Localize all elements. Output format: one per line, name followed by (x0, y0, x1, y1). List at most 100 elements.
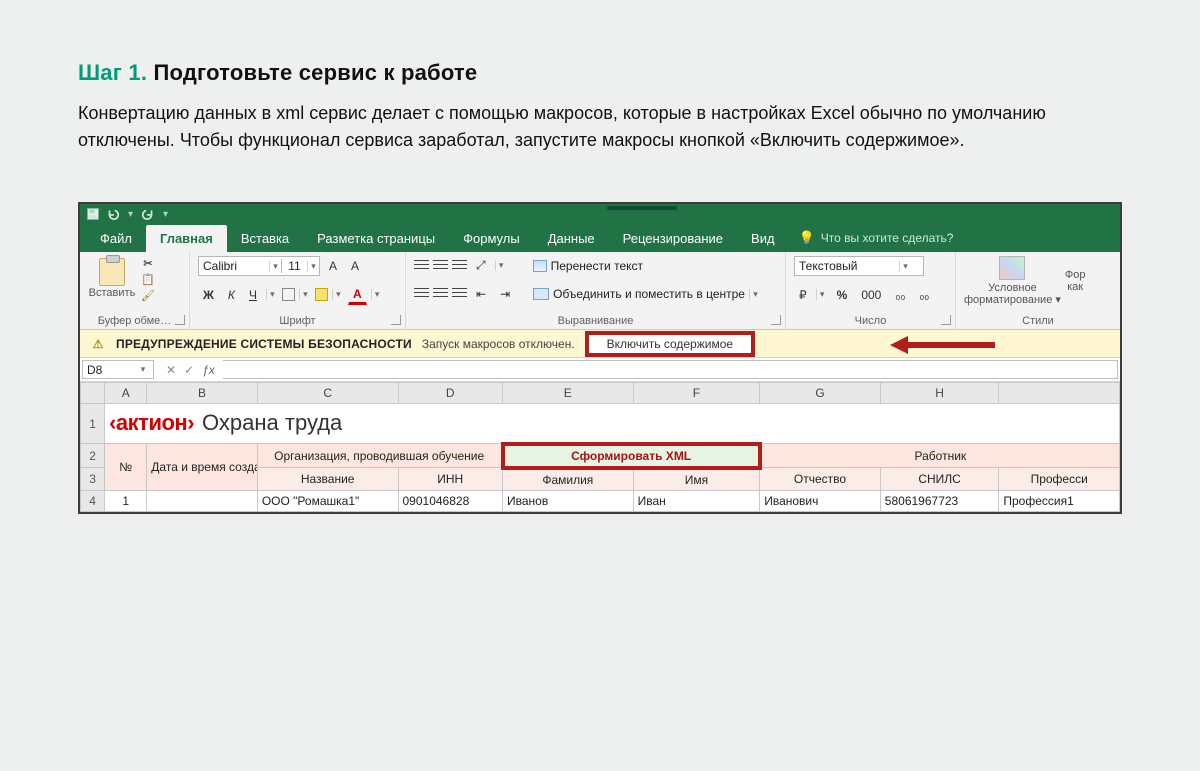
number-format-combo[interactable]: Текстовый ▾ (794, 256, 924, 276)
step-heading: Шаг 1. Подготовьте сервис к работе (78, 60, 1122, 86)
decrease-indent-icon[interactable]: ⇤ (471, 285, 491, 303)
decrease-decimal-icon[interactable]: ₀₀ (914, 286, 934, 304)
name-box[interactable]: D8 ▾ (82, 360, 154, 379)
format-as-table-button[interactable]: Форкак (1065, 269, 1086, 293)
qat-caret[interactable]: ▾ (163, 209, 168, 220)
tell-me-box[interactable]: 💡 Что вы хотите сделать? (789, 224, 964, 252)
increase-font-icon[interactable]: A (324, 257, 342, 275)
fx-icon[interactable]: ƒx (202, 363, 215, 377)
excel-screenshot: ▾ ▾ Файл Главная Вставка Разметка страни… (78, 202, 1122, 514)
col-C[interactable]: C (257, 383, 398, 404)
tab-data[interactable]: Данные (534, 225, 609, 252)
redo-icon[interactable] (141, 207, 155, 221)
formula-input[interactable] (223, 360, 1118, 379)
hdr-worker: Работник (760, 444, 1120, 468)
step-body: Конвертацию данных в xml сервис делает с… (78, 100, 1122, 154)
increase-decimal-icon[interactable]: ₀₀ (890, 286, 910, 304)
col-overflow[interactable] (999, 383, 1120, 404)
cell-snils[interactable]: 58061967723 (880, 490, 999, 511)
col-D[interactable]: D (398, 383, 503, 404)
cell-firstname[interactable]: Иван (633, 490, 760, 511)
cell-inn[interactable]: 0901046828 (398, 490, 503, 511)
col-G[interactable]: G (760, 383, 881, 404)
wrap-text-label[interactable]: Перенести текст (551, 259, 643, 273)
horizontal-align-icons[interactable] (414, 288, 467, 300)
number-format-dd-icon: ▾ (899, 261, 911, 272)
bold-button[interactable]: Ж (198, 286, 219, 304)
cell-datetime[interactable] (147, 490, 258, 511)
col-F[interactable]: F (633, 383, 760, 404)
number-dialog-launcher[interactable] (941, 315, 951, 325)
cell-surname[interactable]: Иванов (503, 490, 634, 511)
merge-center-label[interactable]: Объединить и поместить в центре (553, 287, 745, 301)
cell-patronymic[interactable]: Иванович (760, 490, 881, 511)
rowhead-3[interactable]: 3 (81, 468, 105, 491)
cancel-formula-icon[interactable]: ✕ (166, 363, 176, 377)
row-4[interactable]: 4 1 ООО "Ромашка1" 0901046828 Иванов Ива… (81, 490, 1120, 511)
hdr-profession: Професси (999, 468, 1120, 491)
clipboard-dialog-launcher[interactable] (175, 315, 185, 325)
hdr-org: Организация, проводившая обучение (257, 444, 502, 468)
font-color-icon[interactable]: A (348, 285, 367, 305)
currency-dd[interactable]: ▾ (816, 289, 828, 300)
save-icon[interactable] (86, 207, 100, 221)
cell-profession[interactable]: Профессия1 (999, 490, 1120, 511)
confirm-formula-icon[interactable]: ✓ (184, 363, 194, 377)
tab-home[interactable]: Главная (146, 225, 227, 252)
font-name-combo[interactable]: Calibri ▾ 11 ▾ (198, 256, 320, 276)
hdr-firstname: Имя (633, 468, 760, 491)
paste-button[interactable]: Вставить (88, 258, 136, 299)
underline-button[interactable]: Ч (244, 286, 262, 304)
rowhead-2[interactable]: 2 (81, 444, 105, 468)
tab-review[interactable]: Рецензирование (609, 225, 737, 252)
increase-indent-icon[interactable]: ⇥ (495, 285, 515, 303)
merge-dd[interactable]: ▾ (749, 289, 761, 300)
fill-color-icon[interactable] (315, 288, 328, 301)
generate-xml-button[interactable]: Сформировать XML (503, 444, 760, 468)
cell-no[interactable]: 1 (105, 490, 147, 511)
col-H[interactable]: H (880, 383, 999, 404)
rowhead-4[interactable]: 4 (81, 490, 105, 511)
orientation-icon[interactable]: ⤢ (471, 256, 491, 275)
format-painter-icon[interactable]: 🖌 (140, 288, 156, 302)
cut-icon[interactable]: ✂ (140, 256, 156, 270)
quick-access-toolbar: ▾ ▾ (86, 207, 170, 221)
security-warning-bar: ⚠ ПРЕДУПРЕЖДЕНИЕ СИСТЕМЫ БЕЗОПАСНОСТИ За… (80, 330, 1120, 358)
conditional-formatting-button[interactable]: Условноеформатирование ▾ (964, 256, 1061, 306)
fontcolor-dd[interactable]: ▾ (371, 289, 383, 300)
col-A[interactable]: A (105, 383, 147, 404)
rowhead-1[interactable]: 1 (81, 404, 105, 444)
currency-icon[interactable]: ₽ (794, 286, 812, 304)
row-2[interactable]: 2 № Дата и время создания xml Организаци… (81, 444, 1120, 468)
orientation-dd[interactable]: ▾ (495, 260, 507, 271)
enable-content-button[interactable]: Включить содержимое (585, 331, 755, 357)
decrease-font-icon[interactable]: A (346, 257, 364, 275)
condfmt-l1: Условное (988, 282, 1037, 294)
tab-file[interactable]: Файл (86, 225, 146, 252)
font-dialog-launcher[interactable] (391, 315, 401, 325)
underline-dropdown-icon[interactable]: ▾ (266, 289, 278, 300)
borders-dd[interactable]: ▾ (299, 289, 311, 300)
undo-icon[interactable] (106, 207, 120, 221)
tab-formulas[interactable]: Формулы (449, 225, 534, 252)
borders-icon[interactable] (282, 288, 295, 301)
cell-org[interactable]: ООО "Ромашка1" (257, 490, 398, 511)
column-headers[interactable]: A B C D E F G H (81, 383, 1120, 404)
vertical-align-icons[interactable] (414, 260, 467, 272)
percent-icon[interactable]: % (832, 286, 853, 304)
tab-pagelayout[interactable]: Разметка страницы (303, 225, 449, 252)
alignment-dialog-launcher[interactable] (771, 315, 781, 325)
select-all-corner[interactable] (81, 383, 105, 404)
worksheet[interactable]: A B C D E F G H 1 ‹актион› (80, 382, 1120, 512)
italic-button[interactable]: К (223, 286, 240, 304)
comma-style-icon[interactable]: 000 (856, 286, 886, 304)
fill-dd[interactable]: ▾ (332, 289, 344, 300)
group-number: Текстовый ▾ ₽▾ % 000 ₀₀ ₀₀ Число (786, 252, 956, 329)
copy-icon[interactable]: 📋 (140, 272, 156, 286)
font-group-label: Шрифт (198, 313, 397, 327)
tab-view[interactable]: Вид (737, 225, 789, 252)
col-B[interactable]: B (147, 383, 258, 404)
tab-insert[interactable]: Вставка (227, 225, 303, 252)
col-E[interactable]: E (503, 383, 634, 404)
row-1[interactable]: 1 ‹актион› Охрана труда (81, 404, 1120, 444)
